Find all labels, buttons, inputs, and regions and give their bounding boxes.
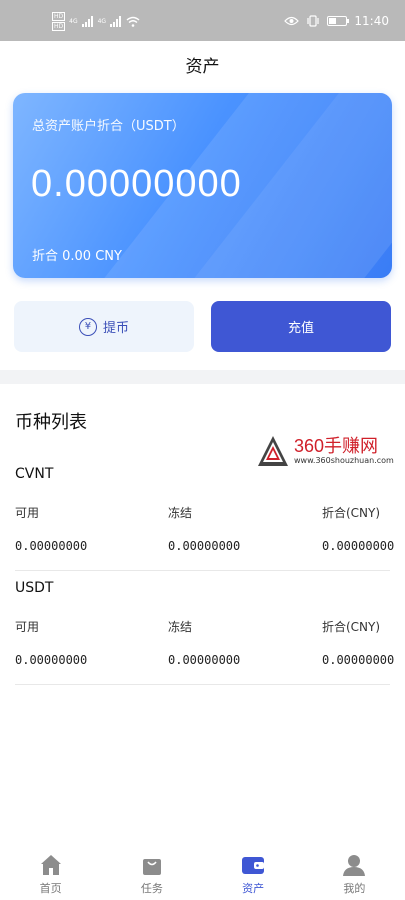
withdraw-label: 提币 [102,321,129,336]
available-value: 0.00000000 [15,653,88,667]
wallet-icon [242,857,265,874]
total-asset-cny: 折合 0.00 CNY [32,249,122,264]
frozen-label: 冻结 [168,620,193,634]
withdraw-button[interactable]: ¥ 提币 [14,301,194,352]
total-asset-amount: 0.00000000 [31,163,242,205]
section-divider [0,370,405,384]
total-asset-card: 总资产账户折合（USDT） 0.00000000 折合 0.00 CNY [13,93,392,278]
bag-icon [142,859,161,875]
sim2-badge: HD [52,22,66,31]
tab-assets[interactable]: 资产 [203,845,304,900]
tab-tasks[interactable]: 任务 [101,845,202,900]
page-title: 资产 [185,57,220,77]
coin-list-title: 币种列表 [15,412,87,433]
bottom-tab-bar: 首页 任务 资产 我的 [0,845,405,900]
tab-home[interactable]: 首页 [0,845,101,900]
home-icon [40,855,61,875]
watermark: 360手赚网 www.360shouzhuan.com [254,432,404,468]
frozen-value: 0.00000000 [168,653,241,667]
tab-label-tasks: 任务 [140,882,163,895]
network-type: 4G [69,18,78,25]
watermark-logo-icon [258,436,288,466]
signal-icon-2 [110,16,122,27]
tab-label-home: 首页 [39,882,62,895]
total-asset-label: 总资产账户折合（USDT） [32,119,185,134]
coin-name: CVNT [15,466,54,482]
frozen-value: 0.00000000 [168,539,241,553]
tab-label-mine: 我的 [343,882,366,895]
available-label: 可用 [15,506,40,520]
watermark-brand: 360手赚网 [294,436,379,456]
recharge-button[interactable]: 充值 [211,301,391,352]
available-label: 可用 [15,620,40,634]
tab-label-assets: 资产 [242,882,265,895]
cny-value: 0.00000000 [322,539,395,553]
watermark-url: www.360shouzhuan.com [294,456,394,465]
cny-value: 0.00000000 [322,653,395,667]
battery-icon [327,16,350,26]
cny-label: 折合(CNY) [322,506,381,520]
recharge-label: 充值 [287,321,314,336]
eye-icon [284,16,300,26]
yen-icon: ¥ [78,317,97,336]
available-value: 0.00000000 [15,539,88,553]
status-right: 11:40 [284,14,389,28]
wifi-icon [126,16,140,27]
network-type-2: 4G [97,18,107,25]
status-bar: HD HD 4G 4G 11:40 [0,0,405,41]
tab-mine[interactable]: 我的 [304,845,405,900]
row-divider [15,684,390,685]
vibrate-icon [307,15,320,27]
status-left: HD HD 4G 4G [52,12,140,31]
row-divider [15,570,390,571]
user-icon [343,855,366,876]
signal-icon [81,16,94,27]
status-time: 11:40 [354,14,389,28]
sim1-badge: HD [52,12,66,21]
coin-name: USDT [15,580,54,596]
frozen-label: 冻结 [168,506,193,520]
cny-label: 折合(CNY) [322,620,381,634]
